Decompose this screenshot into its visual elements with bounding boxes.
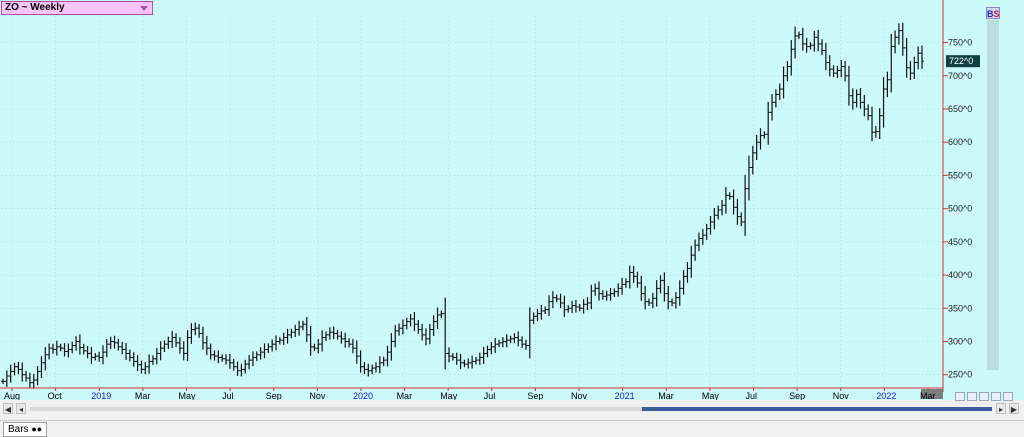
scroll-right-page-icon[interactable]: ▸ (996, 403, 1006, 414)
x-tick-label: May (702, 391, 720, 400)
y-tick-label: 700^0 (948, 71, 972, 81)
price-chart[interactable]: 250^0 300^0 350^0 400^0 450^0 500^0 550^0 600^0… (0, 0, 1024, 400)
buy-sell-badge[interactable]: BS (986, 7, 1000, 19)
tab-bars[interactable]: Bars ●● (3, 422, 48, 437)
link-icon: ●● (31, 424, 43, 434)
x-tick-label: Mar (397, 391, 413, 400)
x-tick-label: Nov (309, 391, 326, 400)
y-tick-label: 600^0 (948, 137, 972, 147)
x-tick-label: Jul (746, 391, 758, 400)
x-tick-label: 2021 (615, 391, 635, 400)
axes (0, 0, 948, 399)
dropdown-arrow-icon[interactable] (140, 6, 148, 11)
scroll-left-icon[interactable]: ◀ (3, 403, 13, 414)
y-tick-label: 450^0 (948, 237, 972, 247)
price-bars (1, 22, 924, 389)
tab-bars-label: Bars (8, 424, 29, 435)
scroll-thumb[interactable] (642, 407, 992, 411)
fit-icon[interactable] (979, 392, 989, 401)
last-price-label: 722^0 (949, 56, 973, 66)
y-tick-label: 550^0 (948, 170, 972, 180)
y-tick-label: 300^0 (948, 337, 972, 347)
scroll-track[interactable] (30, 407, 992, 411)
expand-icon[interactable] (1003, 392, 1013, 401)
x-tick-label: 2020 (353, 391, 373, 400)
scroll-left-page-icon[interactable]: ◂ (16, 403, 26, 414)
x-tick-label: 2022 (876, 391, 896, 400)
y-tick-label: 350^0 (948, 303, 972, 313)
y-tick-label: 750^0 (948, 38, 972, 48)
x-tick-label: Mar (658, 391, 674, 400)
x-tick-label: May (178, 391, 196, 400)
x-tick-label: Nov (571, 391, 588, 400)
x-tick-label: May (440, 391, 458, 400)
x-tick-label: Sep (527, 391, 543, 400)
zoom-in-icon[interactable] (955, 392, 965, 401)
y-tick-label: 250^0 (948, 370, 972, 380)
axis-labels: 250^0 300^0 350^0 400^0 450^0 500^0 550^0 600^0… (4, 38, 980, 400)
symbol-label: ZO ~ Weekly (5, 2, 65, 13)
x-tick-label: Nov (833, 391, 850, 400)
y-tick-label: 400^0 (948, 270, 972, 280)
right-side-strip (987, 20, 999, 370)
x-tick-label: Sep (789, 391, 805, 400)
x-tick-label: 2019 (91, 391, 111, 400)
scroll-right-icon[interactable]: ▶ (1009, 403, 1019, 414)
bars-mode-icon[interactable] (991, 392, 1001, 401)
symbol-selector[interactable]: ZO ~ Weekly (1, 1, 153, 15)
sell-letter: S (993, 9, 1000, 19)
x-tick-label: Sep (266, 391, 282, 400)
horizontal-scrollbar[interactable]: ◀ ◂ ▸ ▶ (0, 402, 1024, 416)
grid (2, 16, 943, 388)
x-tick-label: Oct (48, 391, 63, 400)
x-tick-label: Aug (4, 391, 20, 400)
x-tick-label: Mar (920, 391, 936, 400)
x-tick-label: Mar (135, 391, 151, 400)
y-tick-label: 650^0 (948, 104, 972, 114)
x-tick-label: Jul (222, 391, 234, 400)
zoom-out-icon[interactable] (967, 392, 977, 401)
chart-area: 250^0 300^0 350^0 400^0 450^0 500^0 550^0 600^0… (0, 0, 1024, 401)
y-tick-label: 500^0 (948, 204, 972, 214)
tab-bar: Bars ●● (0, 420, 1024, 437)
x-tick-label: Jul (484, 391, 496, 400)
